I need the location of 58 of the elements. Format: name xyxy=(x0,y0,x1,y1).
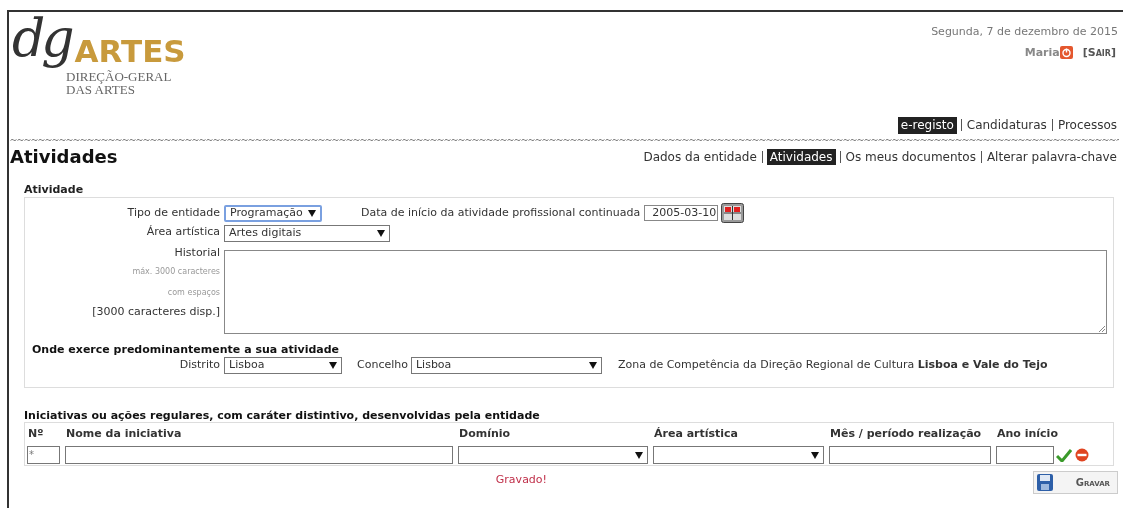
logo-name: ARTES xyxy=(74,34,186,68)
hint-text: com espaços xyxy=(167,288,220,298)
user-name: Maria xyxy=(1024,44,1060,61)
field-label: Data de início da atividade profissional continuada xyxy=(361,204,641,221)
section-title: Iniciativas ou ações regulares, com caráter distintivo, desenvolvidas pela entidade xyxy=(24,409,541,422)
field-label: Historial xyxy=(174,245,220,261)
date-text: Segunda, 7 de dezembro de 2015 xyxy=(931,24,1118,40)
column-header: Mês / período realização xyxy=(829,426,983,442)
column-header: Domínio xyxy=(458,426,512,442)
district-select[interactable]: Lisboa xyxy=(224,357,342,374)
column-header: Nome da iniciativa xyxy=(65,426,183,442)
main-nav-link[interactable]: Processos xyxy=(1056,116,1118,134)
history-textarea[interactable] xyxy=(224,250,1107,334)
hint-text: máx. 3000 caracteres xyxy=(132,267,220,277)
caret-icon xyxy=(588,362,597,369)
caret-icon xyxy=(635,451,643,459)
sub-nav-link[interactable]: Alterar palavra-chave xyxy=(985,148,1118,166)
caret-icon xyxy=(377,229,385,237)
field-label: Tipo de entidade xyxy=(126,204,221,221)
caret-icon xyxy=(308,209,316,217)
resize-handle-icon[interactable] xyxy=(1098,325,1105,332)
field-label: Distrito xyxy=(178,357,221,374)
sub-nav-link[interactable]: Dados da entidade xyxy=(642,148,758,166)
main-nav-link[interactable]: e-registo xyxy=(897,116,957,134)
section-title: Atividade xyxy=(24,183,85,197)
calendar-icon[interactable] xyxy=(721,203,745,223)
input-field[interactable] xyxy=(65,446,453,464)
input-field[interactable]: * xyxy=(27,446,60,464)
select-field[interactable] xyxy=(653,446,824,464)
save-button[interactable]: Gravar xyxy=(1033,471,1118,494)
column-header: Nº xyxy=(27,426,45,442)
logo-mark: dg xyxy=(12,8,73,68)
character-counter: [3000 caracteres disp.] xyxy=(92,305,220,319)
input-field[interactable] xyxy=(829,446,991,464)
caret-icon xyxy=(329,362,337,369)
region-info-text: Zona de Competência da Direção Regional de Cultura Lisboa e Vale do Tejo xyxy=(617,357,1048,374)
date-field[interactable]: 2005-03-10 xyxy=(644,205,719,221)
field-label: Concelho xyxy=(357,357,409,374)
page-title: Atividades xyxy=(10,145,118,169)
entity-type-select[interactable]: Programação xyxy=(224,204,322,222)
power-icon[interactable] xyxy=(1059,46,1073,60)
check-icon[interactable] xyxy=(1056,448,1072,462)
select-field[interactable] xyxy=(458,446,648,464)
art-area-select[interactable]: Artes digitais xyxy=(224,224,390,242)
logo-subtitle: DIREÇÃO-GERAL xyxy=(65,70,173,83)
sub-nav-link[interactable]: Atividades xyxy=(766,149,836,165)
logout-link[interactable]: [Sair] xyxy=(1082,44,1116,61)
column-header: Área artística xyxy=(653,426,740,442)
section-title: Onde exerce predominantemente a sua atividade xyxy=(31,343,341,357)
caret-icon xyxy=(811,451,819,459)
field-label: Área artística xyxy=(145,224,221,240)
main-nav-link[interactable]: Candidaturas xyxy=(965,116,1048,134)
stop-icon[interactable] xyxy=(1075,448,1089,462)
logo-subtitle: DAS ARTES xyxy=(65,83,135,96)
status-message: Gravado! xyxy=(495,472,547,488)
municipality-select[interactable]: Lisboa xyxy=(410,357,602,374)
sub-nav-link[interactable]: Os meus documentos xyxy=(844,148,977,166)
input-field[interactable] xyxy=(996,446,1054,464)
